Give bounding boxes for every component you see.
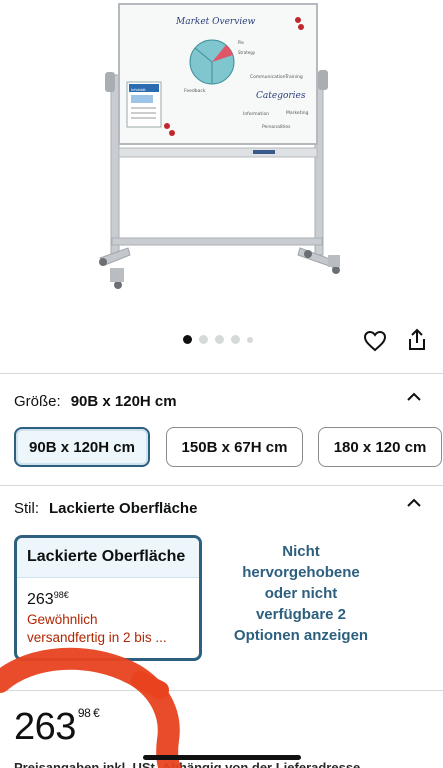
chevron-up-icon[interactable] (405, 497, 423, 509)
price-currency: € (93, 706, 100, 720)
carousel-dot[interactable] (215, 335, 224, 344)
style-option-title: Lackierte Oberfläche (17, 538, 199, 578)
size-option-150x67[interactable]: 150B x 67H cm (166, 427, 303, 467)
board-categories: Categories (256, 91, 306, 101)
show-more-options-link[interactable]: Nicht hervorgehobene oder nicht verfügba… (228, 541, 374, 646)
section-divider (0, 485, 443, 486)
size-option-label: 180 x 120 cm (333, 438, 427, 456)
board-note: Information (243, 111, 269, 117)
size-option-180x120[interactable]: 180 x 120 cm (318, 427, 442, 467)
whiteboard-illustration: Market Overview Categories Communication… (99, 3, 340, 289)
wishlist-button[interactable] (360, 326, 390, 356)
size-option-label: 150B x 67H cm (181, 438, 288, 456)
shipping-line: Gewöhnlich (27, 612, 98, 627)
section-divider (0, 690, 443, 691)
share-button[interactable] (402, 325, 432, 355)
shipping-line: versandfertig in 2 bis ... (27, 630, 167, 645)
board-note: Strategy (238, 50, 256, 55)
price-note: Preisangaben inkl. USt. Abhängig von der… (14, 760, 361, 768)
style-option-card[interactable]: Lackierte Oberfläche 26398€ Gewöhnlich v… (14, 535, 202, 661)
price-whole: 263 (14, 706, 76, 748)
style-option-price: 26398€ (17, 578, 199, 609)
share-icon (409, 328, 425, 350)
style-selector-header[interactable]: Stil: Lackierte Oberfläche (14, 500, 197, 517)
price-currency: € (63, 590, 69, 600)
size-selected-value: 90B x 120H cm (70, 393, 177, 410)
size-selector-header[interactable]: Größe: 90B x 120H cm (14, 393, 177, 410)
carousel-dots[interactable] (183, 335, 253, 344)
section-divider (0, 373, 443, 374)
carousel-dot[interactable] (247, 336, 253, 343)
board-note: Pie (238, 40, 244, 45)
main-price: 263 98 € (14, 706, 100, 749)
board-note: Communication (250, 74, 286, 80)
board-note: Feedback (184, 88, 206, 94)
price-fraction: 98 (53, 590, 64, 600)
size-option-label: 90B x 120H cm (29, 438, 135, 456)
poster-title: Infoblatt (131, 88, 146, 92)
price-whole: 263 (27, 591, 54, 608)
board-heading: Market Overview (175, 17, 256, 27)
price-fraction: 98 (77, 706, 91, 720)
style-selected-value: Lackierte Oberfläche (49, 500, 198, 517)
shipping-availability: Gewöhnlich versandfertig in 2 bis ... (17, 609, 199, 647)
carousel-dot[interactable] (183, 335, 192, 344)
style-label: Stil: (14, 500, 40, 517)
board-note: Training (284, 74, 303, 80)
size-option-90x120[interactable]: 90B x 120H cm (14, 427, 150, 467)
product-image[interactable]: Market Overview Categories Communication… (0, 0, 443, 322)
carousel-dot[interactable] (231, 335, 240, 344)
size-label: Größe: (14, 393, 61, 410)
board-note: Marketing (286, 110, 309, 116)
home-indicator[interactable] (143, 755, 301, 760)
heart-icon (363, 330, 387, 352)
carousel-dot[interactable] (199, 335, 208, 344)
chevron-up-icon[interactable] (405, 391, 423, 403)
board-note: Personalities (262, 124, 291, 130)
